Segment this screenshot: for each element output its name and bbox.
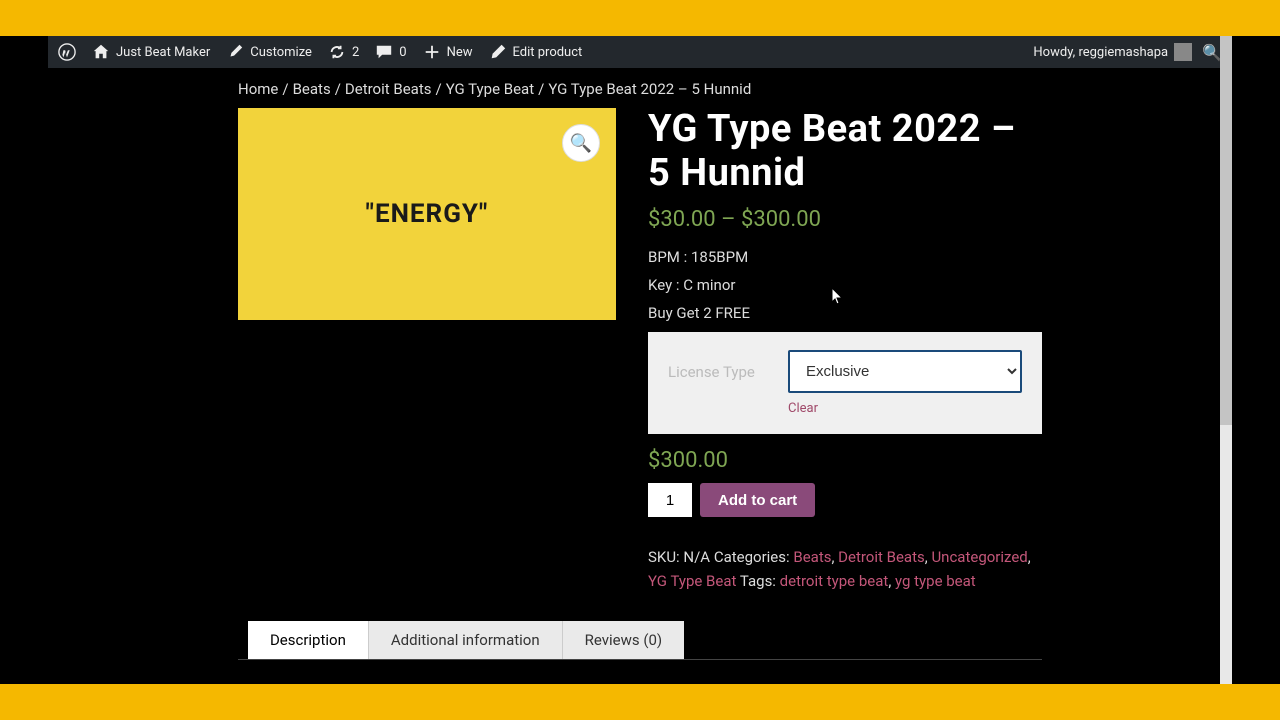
edit-product-text: Edit product [513, 45, 583, 60]
tag-link[interactable]: yg type beat [895, 572, 976, 590]
plus-icon [423, 43, 441, 61]
site-name-link[interactable]: Just Beat Maker [92, 43, 210, 61]
admin-bar-left: Just Beat Maker Customize 2 0 New Edit p… [58, 43, 582, 61]
admin-bar-right: Howdy, reggiemashapa 🔍 [1033, 43, 1222, 62]
scrollbar-thumb[interactable] [1220, 36, 1232, 425]
admin-search[interactable]: 🔍 [1202, 43, 1222, 62]
variation-box: License Type Exclusive Clear [648, 332, 1042, 434]
product-image-text: "ENERGY" [366, 199, 489, 229]
tags-label: Tags: [736, 572, 779, 590]
breadcrumb-sep: / [538, 80, 544, 98]
breadcrumb-item[interactable]: Beats [293, 80, 331, 98]
page-content: Home/Beats/Detroit Beats/YG Type Beat/YG… [48, 68, 1232, 684]
product-row: "ENERGY" 🔍 YG Type Beat 2022 – 5 Hunnid … [238, 108, 1042, 593]
bpm-line: BPM : 185BPM [648, 248, 1042, 266]
zoom-button[interactable]: 🔍 [562, 124, 600, 162]
home-icon [92, 43, 110, 61]
sku-label: SKU: [648, 548, 683, 566]
single-price: $300.00 [648, 448, 1042, 473]
quantity-input[interactable] [648, 483, 692, 517]
howdy-link[interactable]: Howdy, reggiemashapa [1033, 43, 1192, 61]
category-link[interactable]: YG Type Beat [648, 572, 736, 590]
sku-value: N/A [683, 548, 710, 566]
breadcrumb-item[interactable]: Detroit Beats [345, 80, 432, 98]
new-link[interactable]: New [423, 43, 473, 61]
comments-count: 0 [399, 45, 406, 60]
variation-label: License Type [668, 363, 768, 381]
product-info: YG Type Beat 2022 – 5 Hunnid $30.00 – $3… [648, 108, 1042, 593]
customize-text: Customize [250, 45, 312, 60]
license-type-select[interactable]: Exclusive [788, 350, 1022, 393]
price-range: $30.00 – $300.00 [648, 207, 1042, 232]
howdy-text: Howdy, reggiemashapa [1033, 45, 1168, 60]
brush-icon [226, 43, 244, 61]
updates-count: 2 [352, 45, 359, 60]
tab-description[interactable]: Description [248, 621, 368, 659]
edit-product-link[interactable]: Edit product [489, 43, 583, 61]
breadcrumb-sep: / [282, 80, 288, 98]
promo-line: Buy Get 2 FREE [648, 304, 1042, 322]
category-link[interactable]: Beats [793, 548, 831, 566]
comments-link[interactable]: 0 [375, 43, 406, 61]
letterbox-bottom [0, 684, 1280, 720]
tabs-row: Description Description Additional infor… [238, 621, 1042, 660]
customize-link[interactable]: Customize [226, 43, 312, 61]
updates-link[interactable]: 2 [328, 43, 359, 61]
scrollbar-track[interactable] [1220, 36, 1232, 684]
new-text: New [447, 45, 473, 60]
breadcrumb-sep: / [435, 80, 441, 98]
product-title: YG Type Beat 2022 – 5 Hunnid [648, 108, 1042, 195]
categories-label: Categories: [710, 548, 793, 566]
wordpress-icon [58, 43, 76, 61]
tag-link[interactable]: detroit type beat [780, 572, 889, 590]
search-icon: 🔍 [1202, 43, 1222, 62]
avatar [1174, 43, 1192, 61]
clear-link[interactable]: Clear [788, 401, 1022, 416]
meta-section: SKU: N/A Categories: Beats, Detroit Beat… [648, 545, 1042, 593]
page-viewport: Just Beat Maker Customize 2 0 New Edit p… [48, 36, 1232, 684]
wp-logo[interactable] [58, 43, 76, 61]
breadcrumb-sep: / [335, 80, 341, 98]
category-link[interactable]: Detroit Beats [838, 548, 925, 566]
add-to-cart-button[interactable]: Add to cart [700, 483, 815, 517]
breadcrumb: Home/Beats/Detroit Beats/YG Type Beat/YG… [238, 80, 1042, 98]
category-link[interactable]: Uncategorized [931, 548, 1027, 566]
cart-row: Add to cart [648, 483, 1042, 517]
pencil-icon [489, 43, 507, 61]
comment-icon [375, 43, 393, 61]
letterbox-top [0, 0, 1280, 36]
magnify-icon: 🔍 [570, 133, 592, 154]
breadcrumb-item[interactable]: YG Type Beat [446, 80, 534, 98]
wp-admin-bar: Just Beat Maker Customize 2 0 New Edit p… [48, 36, 1232, 68]
product-image[interactable]: "ENERGY" 🔍 [238, 108, 616, 320]
breadcrumb-current: YG Type Beat 2022 – 5 Hunnid [548, 80, 751, 98]
key-line: Key : C minor [648, 276, 1042, 294]
refresh-icon [328, 43, 346, 61]
tab-additional-info[interactable]: Additional information [368, 621, 562, 659]
tab-reviews[interactable]: Reviews (0) [562, 621, 685, 659]
breadcrumb-item[interactable]: Home [238, 80, 278, 98]
variation-row: License Type Exclusive [668, 350, 1022, 393]
site-name-text: Just Beat Maker [116, 45, 210, 60]
